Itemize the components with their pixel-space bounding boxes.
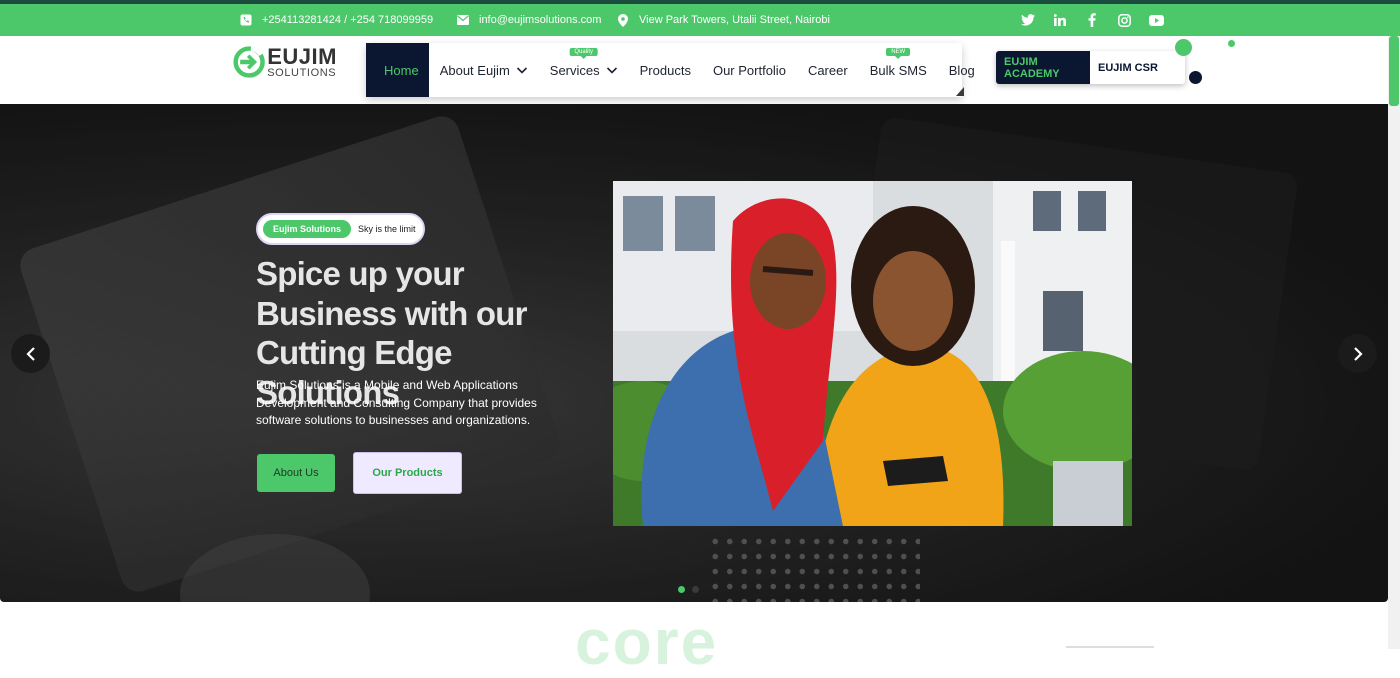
nav-about[interactable]: About Eujim (429, 43, 539, 97)
slide-indicator-1[interactable] (678, 586, 685, 593)
nav-career-label: Career (807, 62, 848, 78)
nav-blog-label: Blog (948, 62, 975, 78)
address-text: View Park Towers, Utalii Street, Nairobi (639, 14, 830, 26)
chevron-left-icon (25, 346, 35, 361)
social-links (1020, 4, 1164, 36)
address-contact: View Park Towers, Utalii Street, Nairobi (615, 4, 830, 36)
csr-button[interactable]: EUJIM CSR (1090, 51, 1158, 84)
hero-tagline-pill: Eujim Solutions Sky is the limit (256, 213, 425, 245)
csr-label: EUJIM CSR (1098, 61, 1158, 74)
hero-lead: Eujim Solutions is a Mobile and Web Appl… (256, 378, 537, 428)
nav-services[interactable]: Quality Services (539, 43, 629, 97)
location-pin-icon (615, 12, 631, 28)
facebook-icon[interactable] (1084, 12, 1100, 28)
about-us-label: About Us (273, 467, 319, 479)
pill-tag: Eujim Solutions (263, 220, 352, 238)
header-cta-group: EUJIM ACADEMY EUJIM CSR (996, 51, 1185, 84)
nav-portfolio-label: Our Portfolio (712, 62, 786, 78)
linkedin-icon[interactable] (1052, 12, 1068, 28)
hero-slider: Eujim Solutions Sky is the limit Spice u… (0, 104, 1388, 602)
scrollbar-thumb[interactable] (1389, 36, 1399, 106)
academy-button[interactable]: EUJIM ACADEMY (996, 51, 1090, 84)
nav-blog[interactable]: Blog (938, 43, 986, 97)
nav-bulk-sms-label: Bulk SMS (869, 62, 927, 78)
envelope-icon (455, 12, 471, 28)
hero-photo (613, 181, 1132, 526)
nav-bulk-sms[interactable]: NEW Bulk SMS (859, 43, 938, 97)
chevron-down-icon (516, 67, 527, 74)
academy-label: EUJIM ACADEMY (1004, 55, 1060, 80)
email-contact[interactable]: info@eujimsolutions.com (455, 4, 601, 36)
logo-subtitle: SOLUTIONS (267, 66, 337, 79)
phone-text: +254113281424 / +254 718099959 (262, 14, 434, 26)
divider (1066, 646, 1154, 648)
nav-about-label: About Eujim (439, 62, 510, 78)
nav-home-label: Home (384, 62, 419, 78)
slider-indicators (678, 586, 699, 593)
decor-dot (1228, 40, 1235, 47)
our-products-label: Our Products (372, 467, 443, 479)
decor-dot (1175, 39, 1192, 56)
bulk-sms-badge: NEW (886, 48, 911, 59)
slide-indicator-2[interactable] (692, 586, 699, 593)
phone-contact[interactable]: +254113281424 / +254 718099959 (238, 4, 433, 36)
section-heading-partial: core (575, 606, 719, 678)
chevron-down-icon (606, 67, 617, 74)
instagram-icon[interactable] (1116, 12, 1132, 28)
email-text: info@eujimsolutions.com (479, 14, 602, 26)
main-nav: Home About Eujim Quality Services Produc… (366, 43, 975, 97)
our-products-button[interactable]: Our Products (353, 452, 462, 494)
nav-home[interactable]: Home (366, 43, 429, 97)
twitter-icon[interactable] (1020, 12, 1036, 28)
site-header: EUJIM SOLUTIONS Home About Eujim Quality… (0, 36, 1388, 104)
chevron-right-icon (1353, 346, 1363, 361)
logo-title: EUJIM (267, 43, 337, 69)
decor-dot-grid (708, 534, 920, 602)
slider-prev-button[interactable] (11, 334, 50, 373)
nav-career[interactable]: Career (797, 43, 859, 97)
eujim-logo[interactable]: EUJIM SOLUTIONS (233, 44, 337, 80)
nav-services-label: Services (549, 62, 600, 78)
nav-portfolio[interactable]: Our Portfolio (702, 43, 797, 97)
about-us-button[interactable]: About Us (257, 454, 335, 492)
youtube-icon[interactable] (1148, 12, 1164, 28)
pill-text: Sky is the limit (358, 224, 416, 234)
services-badge: Quality (569, 48, 599, 59)
nav-products-label: Products (639, 62, 691, 78)
decor-dot (1189, 71, 1202, 84)
slider-next-button[interactable] (1338, 334, 1377, 373)
phone-icon (238, 12, 254, 28)
nav-products[interactable]: Products (629, 43, 702, 97)
top-info-bar: +254113281424 / +254 718099959 info@euji… (0, 4, 1400, 36)
scrollbar-track[interactable] (1388, 36, 1400, 649)
logo-mark-icon (233, 46, 265, 78)
